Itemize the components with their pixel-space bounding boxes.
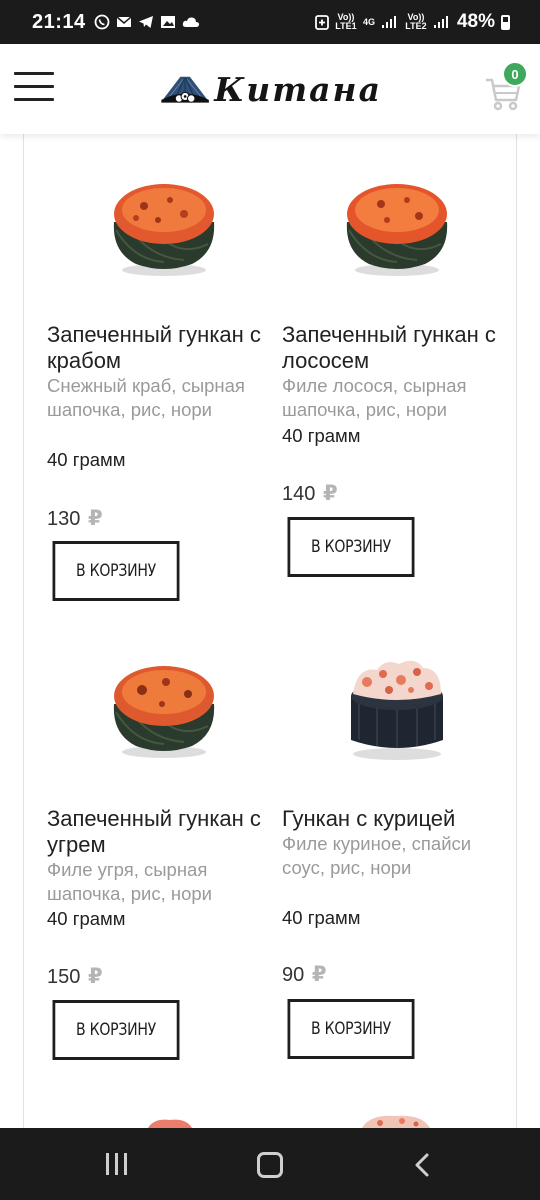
signal-icon xyxy=(381,16,396,28)
product-grid: Запеченный гункан с крабом Снежный краб,… xyxy=(23,134,517,1128)
menu-bar xyxy=(14,85,54,88)
add-to-cart-button[interactable]: В КОРЗИНУ xyxy=(52,541,180,601)
viber-icon xyxy=(94,14,110,30)
product-name[interactable]: Запеченный гункан с лососем xyxy=(282,322,507,374)
battery-level: 48% xyxy=(456,11,495,32)
product-weight: 40 грамм xyxy=(47,908,126,929)
signal-icon xyxy=(433,16,448,28)
product-description: Филе куриное, спайси соус, рис, нори xyxy=(282,833,472,878)
product-image[interactable] xyxy=(104,652,224,762)
system-nav-bar xyxy=(0,1128,540,1200)
cloud-icon xyxy=(182,17,199,27)
product-image[interactable] xyxy=(337,170,457,280)
product-price: 130 ₽ xyxy=(47,506,103,531)
menu-bar xyxy=(14,98,54,101)
mail-icon xyxy=(116,16,132,27)
logo-text: Китана xyxy=(214,69,382,109)
data-saver-icon xyxy=(315,15,329,30)
battery-icon xyxy=(501,14,510,30)
menu-bar xyxy=(14,72,54,75)
product-description: Филе угря, сырная шапочка, рис, нори xyxy=(47,859,213,904)
price-value: 140 xyxy=(282,483,316,505)
status-right-icons: Vo)) LTE1 4G Vo)) LTE2 48% xyxy=(315,11,510,33)
add-to-cart-button[interactable]: В КОРЗИНУ xyxy=(287,999,415,1059)
back-icon[interactable] xyxy=(412,1152,434,1178)
currency-symbol: ₽ xyxy=(322,482,338,505)
product-image-partial[interactable] xyxy=(144,1118,196,1128)
product-name[interactable]: Запеченный гункан с угрем xyxy=(47,806,272,858)
product-image[interactable] xyxy=(337,652,457,762)
product-price: 150 ₽ xyxy=(47,964,103,989)
status-bar: 21:14 Vo)) LTE1 4G Vo)) LTE2 48% xyxy=(0,0,540,44)
cart-button[interactable]: 0 xyxy=(484,61,528,111)
add-to-cart-button[interactable]: В КОРЗИНУ xyxy=(287,517,415,577)
product-name[interactable]: Запеченный гункан с крабом xyxy=(47,322,272,374)
site-logo[interactable]: Китана xyxy=(160,64,382,114)
telegram-icon xyxy=(138,16,153,28)
currency-symbol: ₽ xyxy=(311,963,327,986)
product-weight: 40 грамм xyxy=(282,425,361,446)
menu-button[interactable] xyxy=(14,72,54,102)
product-card: Гункан с курицей Филе куриное, спайси со… xyxy=(282,634,502,1074)
fan-logo-icon xyxy=(161,76,209,103)
product-card: Запеченный гункан с лососем Филе лосося,… xyxy=(282,134,502,614)
product-weight: 40 грамм xyxy=(282,907,361,928)
product-card: Запеченный гункан с крабом Снежный краб,… xyxy=(47,134,267,614)
cart-count-badge: 0 xyxy=(502,61,528,87)
product-image[interactable] xyxy=(104,170,224,280)
notification-icons xyxy=(94,14,200,30)
price-value: 90 xyxy=(282,964,305,986)
currency-symbol: ₽ xyxy=(87,965,103,988)
price-value: 150 xyxy=(47,966,81,988)
add-to-cart-button[interactable]: В КОРЗИНУ xyxy=(52,1000,180,1060)
sim1-label: Vo)) LTE1 xyxy=(335,12,357,31)
product-description: Филе лосося, сырная шапочка, рис, нори xyxy=(282,375,467,420)
product-image-partial[interactable] xyxy=(358,1114,434,1128)
site-header: Китана 0 xyxy=(0,44,540,134)
product-price: 140 ₽ xyxy=(282,481,338,506)
sim2-label: Vo)) LTE2 xyxy=(405,12,427,31)
product-card: Запеченный гункан с угрем Филе угря, сыр… xyxy=(47,634,267,1074)
currency-symbol: ₽ xyxy=(87,507,103,530)
product-price: 90 ₽ xyxy=(282,962,326,987)
network-type: 4G xyxy=(362,16,375,27)
product-description: Снежный краб, сырная шапочка, рис, нори xyxy=(47,375,245,420)
home-icon[interactable] xyxy=(257,1152,283,1178)
product-weight: 40 грамм xyxy=(47,449,126,470)
gallery-icon xyxy=(160,16,175,28)
product-name[interactable]: Гункан с курицей xyxy=(282,806,507,832)
status-time: 21:14 xyxy=(32,10,86,33)
recent-apps-icon[interactable] xyxy=(106,1153,130,1175)
price-value: 130 xyxy=(47,508,81,530)
